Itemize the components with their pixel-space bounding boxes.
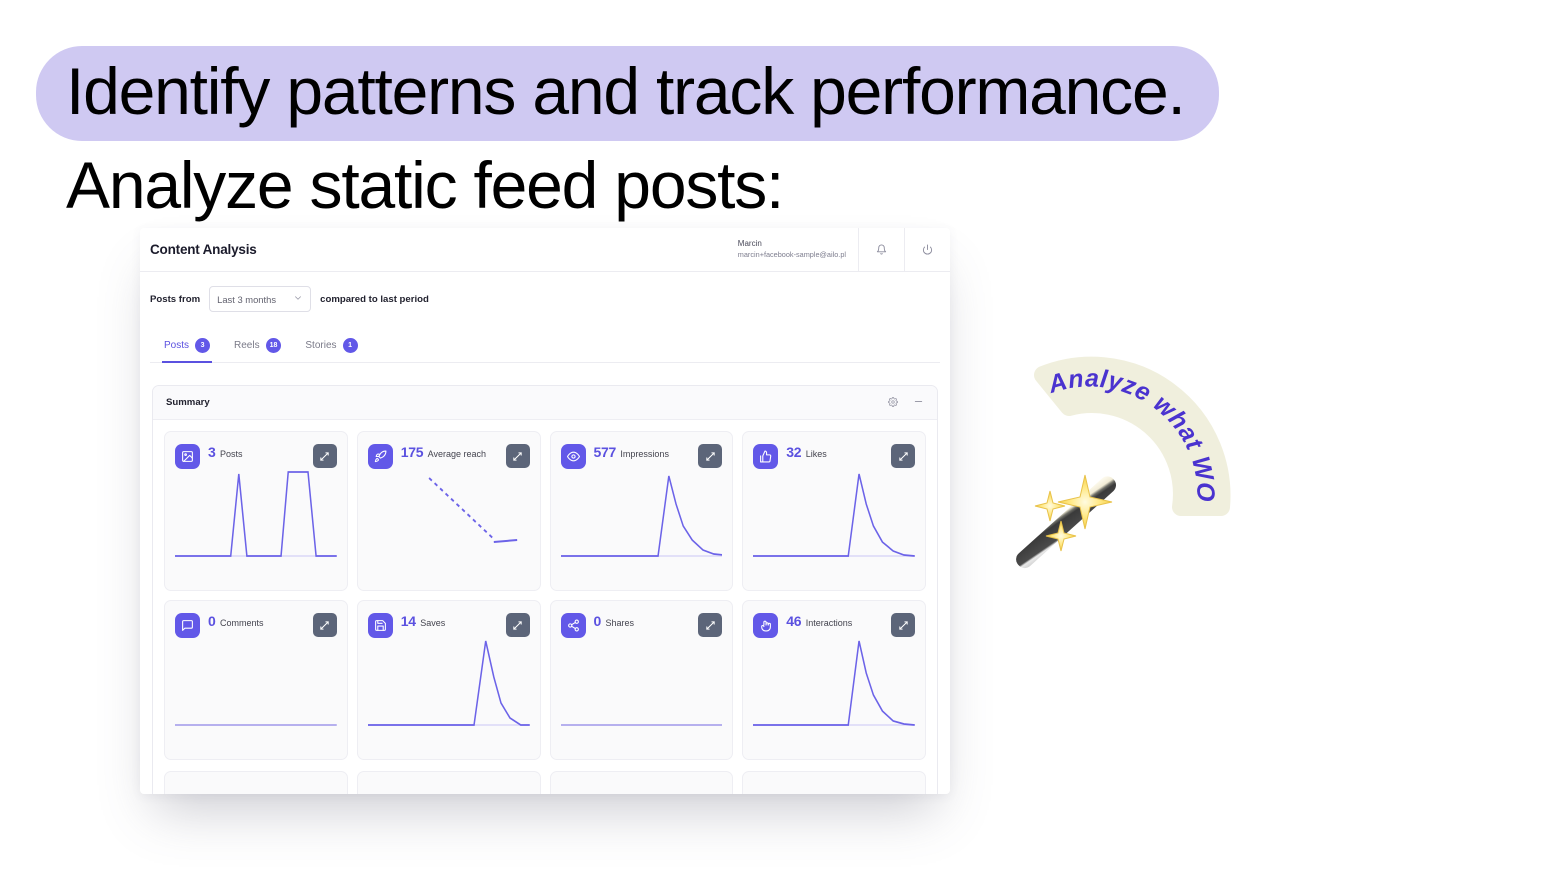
metric-card-partial[interactable] — [549, 771, 734, 794]
dashboard-header: Content Analysis Marcin marcin+facebook-… — [140, 228, 950, 272]
tab-posts-label: Posts — [164, 340, 190, 351]
power-icon — [922, 244, 933, 255]
metric-label: Interactions — [805, 618, 853, 628]
metric-card-partial[interactable] — [356, 771, 541, 794]
metric-value: 46 — [786, 613, 802, 629]
metric-label: Posts — [219, 449, 243, 459]
analyze-what-works-badge: Analyze what WORKS — [985, 335, 1265, 595]
content-tabs: Posts 3 Reels 18 Stories 1 — [150, 334, 940, 363]
metric-card-likes[interactable]: 32 Likes — [742, 431, 926, 591]
date-range-select[interactable]: Last 3 months — [209, 286, 312, 312]
tab-reels-count: 18 — [265, 338, 282, 353]
filter-bar: Posts from Last 3 months compared to las… — [140, 272, 950, 324]
tab-posts[interactable]: Posts 3 — [162, 334, 213, 363]
card-text: 3 Posts — [208, 444, 242, 462]
page-title: Content Analysis — [150, 242, 257, 257]
metric-card-shares[interactable]: 0 Shares — [549, 600, 734, 760]
summary-panel: Summary 3 Posts 175 Average reach 577 Im… — [152, 385, 938, 794]
logout-button[interactable] — [904, 228, 950, 271]
card-text: 175 Average reach — [401, 444, 486, 462]
gear-icon[interactable] — [888, 394, 898, 412]
user-name: Marcin — [737, 239, 762, 249]
metric-card-interactions[interactable]: 46 Interactions — [742, 600, 926, 760]
sparkline-comments — [175, 633, 337, 733]
sparkline-saves — [367, 633, 530, 733]
sparkline-posts — [175, 464, 337, 564]
metric-value: 0 — [593, 613, 602, 629]
metric-label: Impressions — [620, 449, 669, 459]
comparison-note: compared to last period — [320, 293, 429, 305]
notifications-button[interactable] — [858, 228, 904, 271]
summary-title: Summary — [166, 397, 210, 408]
metric-card-partial[interactable] — [742, 771, 926, 794]
metrics-grid-next-row-partial — [153, 771, 937, 794]
summary-panel-actions — [888, 394, 924, 412]
tab-reels[interactable]: Reels 18 — [232, 334, 283, 363]
tab-stories-label: Stories — [305, 340, 337, 351]
sparkline-shares — [560, 633, 723, 733]
minus-icon[interactable] — [913, 394, 924, 412]
card-text: 577 Impressions — [594, 444, 669, 462]
tab-reels-label: Reels — [234, 340, 260, 351]
metric-label: Likes — [805, 449, 827, 459]
tab-stories-count: 1 — [342, 338, 358, 353]
metric-value: 3 — [208, 444, 216, 460]
summary-panel-header: Summary — [153, 386, 937, 420]
headline-line-2: Analyze static feed posts: — [66, 148, 784, 223]
sparkline-interactions — [753, 633, 915, 733]
metric-card-impressions[interactable]: 577 Impressions — [549, 431, 734, 591]
sparkline-likes — [753, 464, 915, 564]
bell-icon — [876, 244, 887, 255]
user-info[interactable]: Marcin marcin+facebook-sample@ailo.pl — [738, 228, 858, 271]
metric-value: 14 — [400, 613, 416, 629]
metric-card-comments[interactable]: 0 Comments — [164, 600, 348, 760]
header-right-group: Marcin marcin+facebook-sample@ailo.pl — [738, 228, 950, 271]
metric-card-posts[interactable]: 3 Posts — [164, 431, 348, 591]
metric-card-saves[interactable]: 14 Saves — [356, 600, 541, 760]
date-range-value: Last 3 months — [217, 293, 277, 305]
card-text: 0 Shares — [594, 613, 634, 631]
sparkline-impressions — [560, 464, 723, 564]
metric-value: 32 — [786, 444, 802, 460]
sparkline-average-reach — [368, 464, 530, 564]
card-text: 32 Likes — [786, 444, 826, 462]
dashboard-window: Content Analysis Marcin marcin+facebook-… — [140, 228, 950, 794]
metric-value: 0 — [208, 613, 216, 629]
metric-label: Average reach — [427, 449, 487, 459]
card-text: 0 Comments — [208, 613, 263, 631]
magic-wand-icon — [1016, 474, 1117, 569]
headline-line-1: Identify patterns and track performance. — [36, 46, 1219, 142]
metric-card-average-reach[interactable]: 175 Average reach — [356, 431, 541, 591]
metric-label: Shares — [605, 618, 634, 628]
metric-card-partial[interactable] — [164, 771, 348, 794]
metrics-grid: 3 Posts 175 Average reach 577 Impression… — [153, 420, 937, 771]
metric-value: 175 — [400, 444, 424, 460]
card-text: 46 Interactions — [786, 613, 852, 631]
chevron-down-icon — [293, 290, 303, 308]
metric-value: 577 — [593, 444, 617, 460]
headline: Identify patterns and track performance.… — [36, 46, 1356, 220]
card-text: 14 Saves — [401, 613, 445, 631]
metric-label: Saves — [420, 618, 446, 628]
user-email: marcin+facebook-sample@ailo.pl — [737, 250, 846, 260]
tab-posts-count: 3 — [195, 338, 211, 353]
metric-label: Comments — [219, 618, 264, 628]
tab-stories[interactable]: Stories 1 — [303, 334, 359, 363]
filter-label: Posts from — [150, 293, 201, 305]
